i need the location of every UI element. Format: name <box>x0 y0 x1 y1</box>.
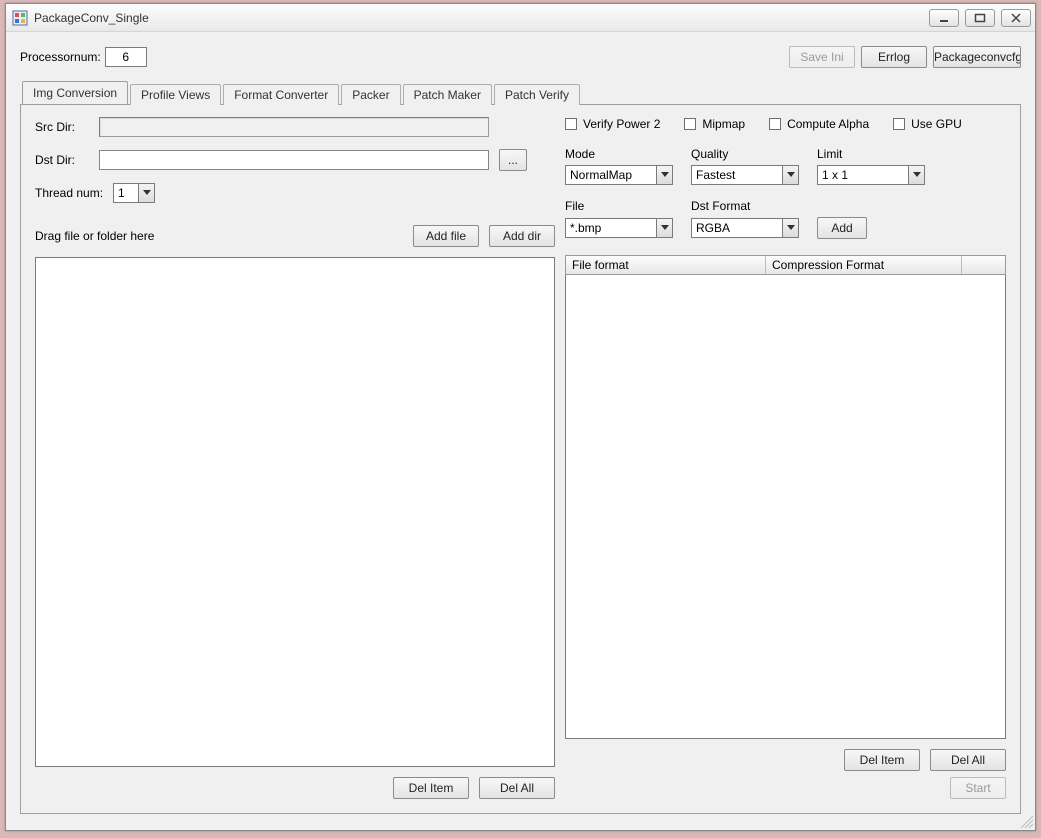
left-del-all-button[interactable]: Del All <box>479 777 555 799</box>
col-spacer <box>962 256 1005 274</box>
chevron-down-icon <box>656 166 672 184</box>
chevron-down-icon <box>138 184 154 202</box>
window-title: PackageConv_Single <box>34 11 929 25</box>
use-gpu-checkbox[interactable]: Use GPU <box>893 117 962 131</box>
col-file-format[interactable]: File format <box>566 256 766 274</box>
limit-select[interactable]: 1 x 1 <box>817 165 925 185</box>
drag-hint-label: Drag file or folder here <box>35 229 413 243</box>
compute-alpha-label: Compute Alpha <box>787 117 869 131</box>
app-window: PackageConv_Single Processornum: 6 Save … <box>5 3 1036 831</box>
app-icon <box>12 10 28 26</box>
maximize-button[interactable] <box>965 9 995 27</box>
resize-grip[interactable] <box>1017 812 1033 828</box>
dst-format-select[interactable]: RGBA <box>691 218 799 238</box>
tab-format-converter[interactable]: Format Converter <box>223 84 339 105</box>
errlog-button[interactable]: Errlog <box>861 46 927 68</box>
tab-panel: Src Dir: Dst Dir: ... Thread num: 1 <box>20 104 1021 814</box>
start-button[interactable]: Start <box>950 777 1006 799</box>
client-area: Processornum: 6 Save Ini Errlog Packagec… <box>6 32 1035 830</box>
chevron-down-icon <box>782 219 798 237</box>
tab-patch-verify[interactable]: Patch Verify <box>494 84 580 105</box>
tab-profile-views[interactable]: Profile Views <box>130 84 221 105</box>
titlebar[interactable]: PackageConv_Single <box>6 4 1035 32</box>
add-button[interactable]: Add <box>817 217 867 239</box>
dst-dir-input[interactable] <box>99 150 489 170</box>
format-table-body[interactable] <box>565 275 1006 739</box>
left-del-item-button[interactable]: Del Item <box>393 777 469 799</box>
mipmap-checkbox[interactable]: Mipmap <box>684 117 745 131</box>
thread-num-select[interactable]: 1 <box>113 183 155 203</box>
top-toolbar: Processornum: 6 Save Ini Errlog Packagec… <box>20 42 1021 72</box>
quality-label: Quality <box>691 147 799 161</box>
file-value: *.bmp <box>570 221 601 235</box>
dst-dir-label: Dst Dir: <box>35 153 99 167</box>
quality-value: Fastest <box>696 168 735 182</box>
file-label: File <box>565 199 673 213</box>
format-table-header: File format Compression Format <box>565 255 1006 275</box>
tab-strip: Img Conversion Profile Views Format Conv… <box>20 82 1021 104</box>
compute-alpha-checkbox[interactable]: Compute Alpha <box>769 117 869 131</box>
tab-packer[interactable]: Packer <box>341 84 400 105</box>
dst-format-value: RGBA <box>696 221 730 235</box>
file-list[interactable] <box>35 257 555 767</box>
verify-power2-label: Verify Power 2 <box>583 117 660 131</box>
verify-power2-checkbox[interactable]: Verify Power 2 <box>565 117 660 131</box>
packageconvcfg-button[interactable]: Packageconvcfg <box>933 46 1021 68</box>
dst-format-label: Dst Format <box>691 199 799 213</box>
use-gpu-label: Use GPU <box>911 117 962 131</box>
mipmap-label: Mipmap <box>702 117 745 131</box>
processornum-label: Processornum: <box>20 50 101 64</box>
mode-value: NormalMap <box>570 168 632 182</box>
add-file-button[interactable]: Add file <box>413 225 479 247</box>
browse-button[interactable]: ... <box>499 149 527 171</box>
quality-select[interactable]: Fastest <box>691 165 799 185</box>
chevron-down-icon <box>908 166 924 184</box>
add-dir-button[interactable]: Add dir <box>489 225 555 247</box>
src-dir-field[interactable] <box>99 117 489 137</box>
processornum-value[interactable]: 6 <box>105 47 147 67</box>
limit-label: Limit <box>817 147 925 161</box>
right-column: Verify Power 2 Mipmap Compute Alpha Use … <box>565 117 1006 799</box>
src-dir-label: Src Dir: <box>35 120 99 134</box>
chevron-down-icon <box>782 166 798 184</box>
left-column: Src Dir: Dst Dir: ... Thread num: 1 <box>35 117 555 799</box>
save-ini-button[interactable]: Save Ini <box>789 46 855 68</box>
thread-num-value: 1 <box>118 186 125 200</box>
tab-patch-maker[interactable]: Patch Maker <box>403 84 492 105</box>
col-compression-format[interactable]: Compression Format <box>766 256 962 274</box>
minimize-button[interactable] <box>929 9 959 27</box>
right-del-all-button[interactable]: Del All <box>930 749 1006 771</box>
mode-select[interactable]: NormalMap <box>565 165 673 185</box>
right-del-item-button[interactable]: Del Item <box>844 749 920 771</box>
file-select[interactable]: *.bmp <box>565 218 673 238</box>
mode-label: Mode <box>565 147 673 161</box>
limit-value: 1 x 1 <box>822 168 848 182</box>
tab-img-conversion[interactable]: Img Conversion <box>22 81 128 104</box>
chevron-down-icon <box>656 219 672 237</box>
close-button[interactable] <box>1001 9 1031 27</box>
thread-num-label: Thread num: <box>35 186 113 200</box>
